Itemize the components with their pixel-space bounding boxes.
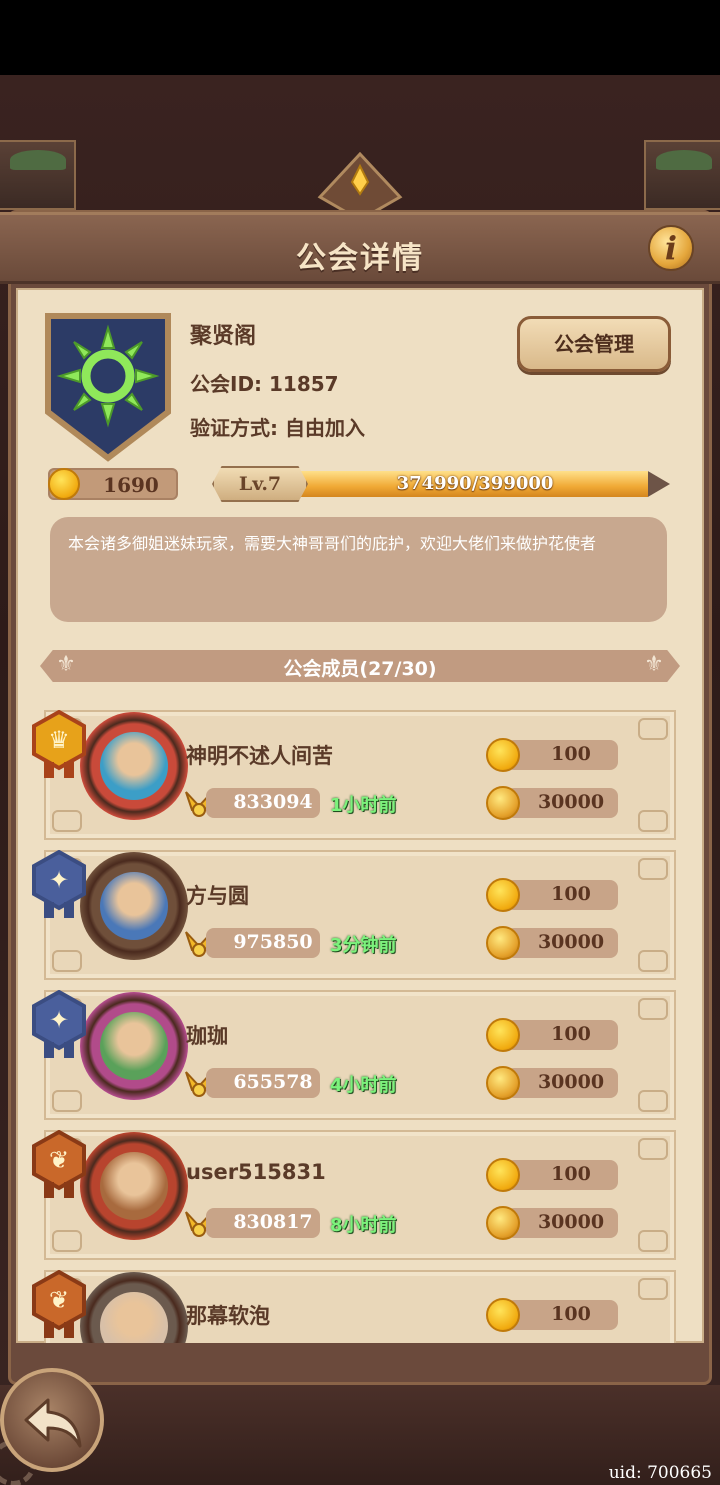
gold-coin-icon	[486, 738, 520, 772]
member-contribution: 100	[551, 743, 591, 765]
avatar-portrait	[100, 732, 168, 800]
donation-coin-icon	[486, 786, 520, 820]
avatar-portrait	[100, 1152, 168, 1220]
info-button[interactable]: i	[648, 225, 694, 271]
member-contribution: 100	[551, 1163, 591, 1185]
right-pillar-decoration	[644, 140, 720, 210]
card-corner-ornament	[638, 1230, 668, 1252]
member-name: user515831	[186, 1160, 326, 1184]
svg-text:✦: ✦	[49, 866, 69, 894]
guild-gold: 1690	[48, 468, 178, 500]
card-corner-ornament	[638, 810, 668, 832]
page-title: 公会详情	[296, 241, 424, 276]
member-contribution: 100	[551, 1023, 591, 1045]
member-avatar[interactable]	[80, 1132, 188, 1240]
card-corner-ornament	[52, 1230, 82, 1252]
member-donation: 30000	[537, 1071, 605, 1093]
card-corner-ornament	[638, 858, 668, 880]
member-power: 830817	[233, 1211, 313, 1233]
officer-rank-badge-icon: ✦	[32, 850, 86, 918]
members-title: 公会成员(27/30)	[283, 658, 437, 680]
guild-level-badge: Lv.7	[212, 466, 308, 502]
member-power: 975850	[233, 931, 313, 953]
member-avatar[interactable]	[80, 992, 188, 1100]
member-name: 神明不述人间苦	[186, 744, 333, 768]
guild-xp-text: 374990/399000	[396, 473, 554, 494]
info-icon: i	[664, 229, 678, 267]
card-corner-ornament	[638, 1138, 668, 1160]
officer-rank-badge-icon: ✦	[32, 990, 86, 1058]
card-corner-ornament	[52, 1090, 82, 1112]
back-button[interactable]	[0, 1368, 104, 1472]
svg-text:❦: ❦	[49, 1146, 69, 1174]
member-last-seen: 1小时前	[330, 795, 397, 816]
member-name: 珈珈	[186, 1024, 228, 1048]
member-power: 655578	[233, 1071, 313, 1093]
gold-coin-icon	[48, 468, 80, 500]
card-corner-ornament	[52, 810, 82, 832]
member-last-seen: 8小时前	[330, 1215, 397, 1236]
member-last-seen: 3分钟前	[330, 935, 397, 956]
member-name: 那幕软泡	[186, 1304, 270, 1328]
guild-verify-mode: 验证方式: 自由加入	[190, 416, 365, 440]
avatar-portrait	[100, 1012, 168, 1080]
member-list[interactable]: ♛ 神明不述人间苦 100 833094 1小时前 30000 ✦ 方与圆 100 975850 3…	[16, 700, 704, 1343]
guild-gold-value: 1690	[103, 473, 159, 497]
guild-detail-screen: 公会详情 i 聚贤阁 公会ID: 11857 验证方式: 自由加入 公会管理 1…	[0, 0, 720, 1485]
member-donation: 30000	[537, 791, 605, 813]
left-pillar-decoration	[0, 140, 76, 210]
svg-text:✦: ✦	[49, 1006, 69, 1034]
gold-coin-icon	[486, 878, 520, 912]
card-corner-ornament	[52, 950, 82, 972]
avatar-portrait	[100, 872, 168, 940]
back-arrow-icon	[24, 1398, 82, 1448]
member-last-seen: 4小时前	[330, 1075, 397, 1096]
member-avatar[interactable]	[80, 852, 188, 960]
donation-coin-icon	[486, 926, 520, 960]
avatar-portrait	[100, 1292, 168, 1343]
member-power: 833094	[233, 791, 313, 813]
card-corner-ornament	[638, 718, 668, 740]
card-corner-ornament	[638, 998, 668, 1020]
member-contribution: 100	[551, 1303, 591, 1325]
guild-description: 本会诸多御姐迷妹玩家，需要大神哥哥们的庇护，欢迎大佬们来做护花使者	[50, 517, 667, 622]
member-rank-badge-icon: ❦	[32, 1270, 86, 1338]
gold-coin-icon	[486, 1298, 520, 1332]
guild-name: 聚贤阁	[190, 324, 257, 349]
donation-coin-icon	[486, 1066, 520, 1100]
card-corner-ornament	[638, 1278, 668, 1300]
member-donation: 30000	[537, 1211, 605, 1233]
card-corner-ornament	[638, 1090, 668, 1112]
svg-text:❦: ❦	[49, 1286, 69, 1314]
status-bar	[0, 0, 720, 75]
guild-emblem-icon	[45, 313, 171, 462]
svg-text:♛: ♛	[48, 726, 70, 754]
member-name: 方与圆	[186, 884, 249, 908]
card-corner-ornament	[638, 950, 668, 972]
member-avatar[interactable]	[80, 712, 188, 820]
gold-coin-icon	[486, 1158, 520, 1192]
donation-coin-icon	[486, 1206, 520, 1240]
gold-coin-icon	[486, 1018, 520, 1052]
guild-id: 公会ID: 11857	[190, 372, 339, 396]
member-contribution: 100	[551, 883, 591, 905]
leader-rank-badge-icon: ♛	[32, 710, 86, 778]
user-id-label: uid: 700665	[608, 1463, 712, 1483]
guild-manage-button[interactable]: 公会管理	[517, 316, 671, 372]
member-rank-badge-icon: ❦	[32, 1130, 86, 1198]
member-donation: 30000	[537, 931, 605, 953]
